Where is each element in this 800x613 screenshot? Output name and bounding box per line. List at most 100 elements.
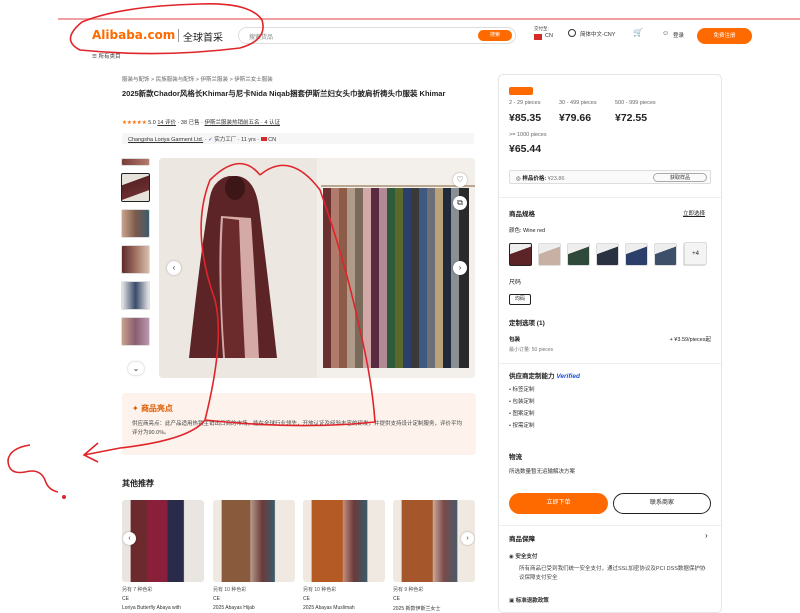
tier-range: >= 1000 pieces: [509, 132, 547, 138]
tier-range: 500 - 999 pieces: [615, 100, 656, 106]
tier-price: ¥79.66: [559, 112, 592, 124]
sample-label: 样品价格:: [522, 176, 547, 182]
package-price: + ¥3.59/pieces起: [669, 337, 711, 343]
rec-prev-arrow[interactable]: ‹: [123, 532, 136, 545]
supplier-bar[interactable]: Changsha Loriya Garment Ltd. · ✓ 实力工厂 · …: [122, 133, 474, 144]
ce-mark: CE: [393, 596, 400, 602]
product-title: 2025新款Chador风格长Khimar与尼卡Nida Niqab捆套伊斯兰妇…: [122, 89, 446, 98]
search-button[interactable]: 搜索: [478, 30, 512, 41]
deliver-country[interactable]: CN: [545, 33, 553, 39]
highlights-title: ✦ 商品亮点: [132, 403, 173, 414]
recommendations-title: 其他推荐: [122, 479, 154, 488]
refund-icon: ▣: [509, 598, 516, 604]
cart-icon[interactable]: 🛒: [633, 28, 643, 37]
rec-card[interactable]: 另有 10 种色彩 CE 2025 Abayas Hijab: [213, 500, 295, 611]
divider: [499, 525, 721, 526]
rec-name: 2025 Abayas Muslimah: [303, 605, 355, 611]
prev-image-arrow[interactable]: ‹: [167, 261, 181, 275]
thumbnail[interactable]: [121, 158, 150, 166]
highlights-text: 供应商亮点：此产品适用热销主销出口商的市场，能在全球行业领先，开放认证及经验丰富…: [132, 421, 463, 436]
package-min: 最小订量: 50 pieces: [509, 347, 554, 353]
signup-button[interactable]: 免费注册: [697, 28, 752, 44]
capabilities-title: 供应商定制能力 Verified: [509, 370, 580, 380]
thumbnail[interactable]: [121, 281, 150, 310]
cn-flag-icon: [534, 34, 542, 40]
breadcrumb[interactable]: 服装与配饰 > 民族服装与配饰 > 伊斯兰服装 > 伊斯兰女士服装: [122, 75, 273, 83]
tier-range: 30 - 499 pieces: [559, 100, 597, 106]
verified-badge: ✓: [208, 137, 213, 143]
user-icon: ☺: [662, 30, 670, 37]
order-now-button[interactable]: 立即下单: [509, 493, 608, 514]
thumbnail[interactable]: [121, 245, 150, 274]
size-label: 尺码: [509, 280, 522, 286]
specs-title: 商品规格: [509, 211, 535, 218]
capability-item: • 按需定制: [509, 423, 535, 429]
color-swatch[interactable]: [538, 243, 561, 266]
popularity-link[interactable]: 伊斯兰服装热销前五名 · 4 认证: [204, 120, 279, 126]
signin-link[interactable]: 登录: [673, 31, 684, 39]
rec-image: [303, 500, 385, 582]
size-option[interactable]: 均码: [509, 294, 531, 305]
logistics-text: 所选数量暂无运输解决方案: [509, 469, 576, 475]
rec-next-arrow[interactable]: ›: [461, 532, 474, 545]
thumbnail[interactable]: [121, 209, 150, 238]
color-swatch[interactable]: [625, 243, 648, 266]
site-header: Alibaba.com 全球首采 搜索货品 搜索 交付至: CN 简体中文-CN…: [0, 20, 800, 54]
package-option[interactable]: 包装 + ¥3.59/pieces起 最小订量: 50 pieces: [509, 331, 711, 361]
ce-mark: CE: [303, 596, 310, 602]
rec-image: [213, 500, 295, 582]
specs-select-link[interactable]: 立即选择: [683, 209, 705, 217]
thumbnail[interactable]: [121, 317, 150, 346]
deliver-label: 交付至:: [534, 26, 549, 31]
rec-swatches: 另有 10 种色彩: [303, 587, 337, 593]
search-input[interactable]: 搜索货品: [249, 32, 273, 41]
rec-card[interactable]: 另有 7 种色彩 CE Loriya Butterfly Abaya with: [122, 500, 204, 611]
ce-mark: CE: [213, 596, 220, 602]
divider: [499, 363, 721, 364]
color-swatch[interactable]: [567, 243, 590, 266]
sparkle-icon: ✦: [132, 404, 141, 413]
logistics-title: 物流: [509, 454, 522, 461]
rec-card[interactable]: 另有 9 种色彩 CE 2025 新款伊斯兰女士: [393, 500, 475, 612]
color-swatch-selected[interactable]: [509, 243, 532, 266]
more-colors-button[interactable]: +4: [684, 242, 707, 265]
reviews-link[interactable]: 14 评价: [157, 120, 176, 126]
supplier-name[interactable]: Changsha Loriya Garment Ltd.: [128, 137, 203, 143]
compare-icon[interactable]: ⧉: [453, 196, 467, 210]
thumbnail-selected[interactable]: [121, 173, 150, 202]
color-swatch[interactable]: [596, 243, 619, 266]
supplier-years: 11 yrs: [241, 137, 256, 143]
get-sample-button[interactable]: 获取样品: [653, 173, 707, 182]
divider: [499, 197, 721, 198]
favorite-heart-icon[interactable]: ♡: [453, 173, 467, 187]
all-categories-label: 所有类目: [98, 54, 121, 60]
all-categories-menu[interactable]: ☰ 所有类目: [92, 52, 120, 60]
rating-row: ★★★★★ 5.0 14 评价 · 38 已售 · 伊斯兰服装热销前五名 · 4…: [122, 120, 280, 126]
language-currency[interactable]: 简体中文-CNY: [580, 30, 615, 38]
next-image-arrow[interactable]: ›: [453, 261, 467, 275]
product-photo: [159, 158, 475, 378]
alibaba-logo[interactable]: Alibaba.com: [92, 28, 175, 42]
contact-supplier-button[interactable]: 联系商家: [613, 493, 711, 514]
chevron-right-icon[interactable]: ›: [705, 531, 708, 540]
capability-item: • 包装定制: [509, 399, 535, 405]
refund-policy-title: ▣ 标准退款政策: [509, 598, 549, 604]
highlights-title-text: 商品亮点: [140, 404, 173, 413]
search-bar[interactable]: 搜索货品 搜索: [238, 27, 516, 44]
secure-payment-text: 所有商品已受到我们统一安全支付，通过SSL加密协议及PCI DSS数据保护协议保…: [519, 566, 706, 581]
rec-swatches: 另有 9 种色彩: [393, 587, 424, 593]
rec-card[interactable]: 另有 10 种色彩 CE 2025 Abayas Muslimah: [303, 500, 385, 611]
rec-swatches: 另有 10 种色彩: [213, 587, 247, 593]
tier-range: 2 - 29 pieces: [509, 100, 541, 106]
tier-price: ¥72.55: [615, 112, 648, 124]
color-swatch[interactable]: [654, 243, 677, 266]
rec-name: 2025 Abayas Hijab: [213, 605, 255, 611]
capability-item: • 标签定制: [509, 387, 535, 393]
protection-title: 商品保障: [509, 536, 535, 543]
supplier-tag: 实力工厂: [214, 137, 237, 143]
highlights-box: ✦ 商品亮点 供应商亮点：此产品适用热销主销出口商的市场，能在全球行业领先，开放…: [122, 393, 476, 455]
product-main-image[interactable]: ‹ › ♡ ⧉: [159, 158, 475, 378]
tier-price: ¥85.35: [509, 112, 542, 124]
ce-mark: CE: [122, 596, 129, 602]
thumbnail-scroll-down[interactable]: ⌄: [128, 362, 144, 375]
